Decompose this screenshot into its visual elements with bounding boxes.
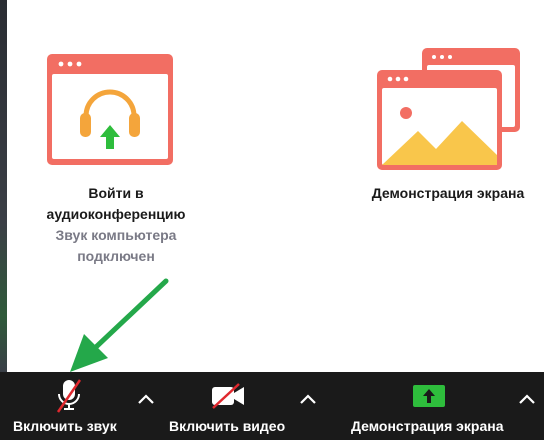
chevron-up-icon[interactable]: [297, 388, 319, 410]
screen-share-card[interactable]: [376, 47, 522, 172]
screen-share-title: Демонстрация экрана: [371, 185, 525, 201]
start-video-button[interactable]: Включить видео: [160, 372, 298, 440]
join-audio-card[interactable]: [46, 53, 174, 166]
unmute-label: Включить звук: [13, 418, 117, 434]
window-edge: [0, 0, 7, 372]
video-camera-muted-icon: [212, 383, 244, 409]
chevron-up-icon[interactable]: [135, 388, 157, 410]
unmute-button[interactable]: Включить звук: [0, 372, 134, 440]
chevron-up-icon[interactable]: [516, 388, 538, 410]
start-video-label: Включить видео: [169, 418, 286, 434]
meeting-toolbar: Включить звук Включить видео Демонстраци…: [0, 372, 544, 440]
share-screen-label: Демонстрация экрана: [351, 418, 504, 434]
join-audio-label: Войти в аудиоконференцию Звук компьютера…: [36, 183, 196, 267]
microphone-muted-icon: [56, 379, 82, 413]
screen-share-label: Демонстрация экрана: [352, 183, 544, 204]
join-audio-title: Войти в аудиоконференцию: [46, 185, 186, 222]
audio-status: Звук компьютера подключен: [55, 227, 177, 264]
share-screen-button[interactable]: Демонстрация экрана: [340, 372, 510, 440]
share-screen-icon: [413, 385, 445, 407]
